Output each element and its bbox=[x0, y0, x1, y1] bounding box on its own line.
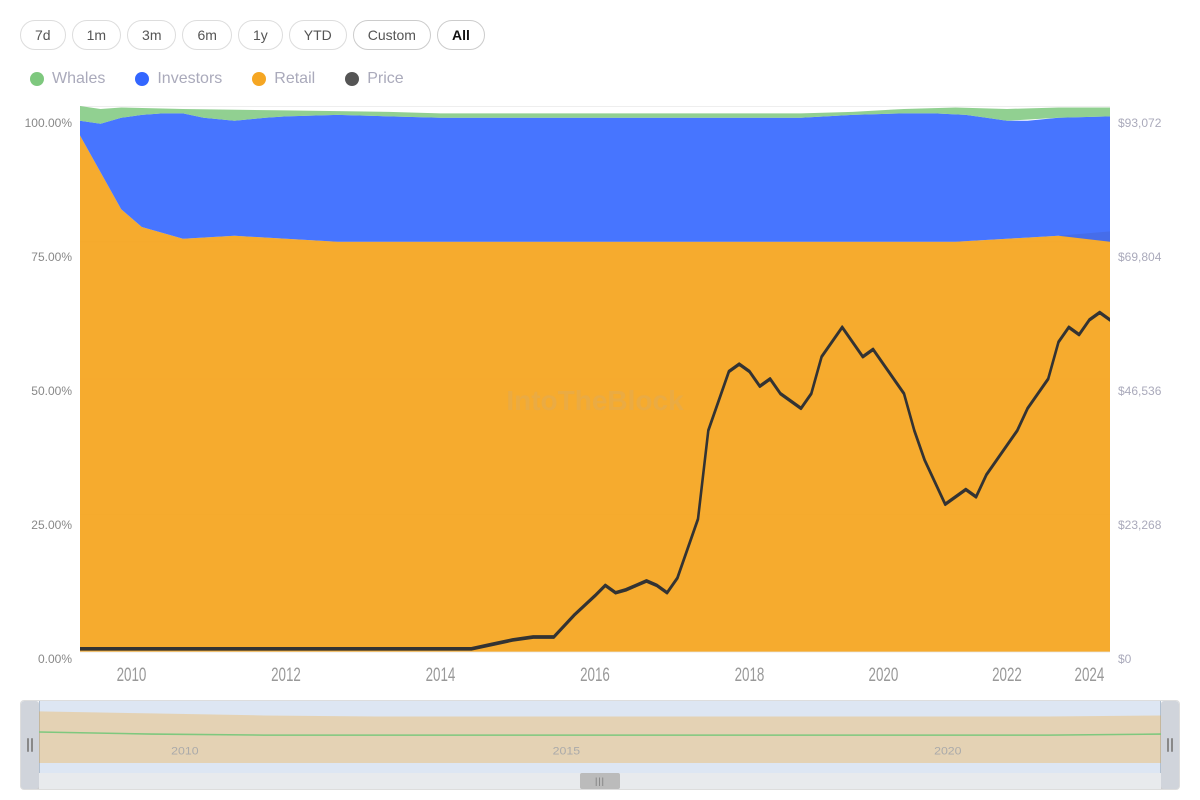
svg-text:2015: 2015 bbox=[553, 744, 581, 757]
svg-text:2010: 2010 bbox=[171, 744, 199, 757]
svg-text:2022: 2022 bbox=[992, 664, 1022, 686]
svg-text:2010: 2010 bbox=[117, 664, 147, 686]
y-left-0: 100.00% bbox=[20, 116, 72, 130]
whales-label: Whales bbox=[52, 70, 105, 88]
btn-all[interactable]: All bbox=[437, 20, 485, 50]
btn-1y[interactable]: 1y bbox=[238, 20, 283, 50]
y-left-3: 25.00% bbox=[20, 518, 72, 532]
btn-7d[interactable]: 7d bbox=[20, 20, 66, 50]
y-left-1: 75.00% bbox=[20, 250, 72, 264]
svg-text:2014: 2014 bbox=[426, 664, 456, 686]
scroll-track[interactable]: ||| bbox=[39, 773, 1161, 789]
main-chart[interactable]: IntoTheBlock bbox=[80, 106, 1110, 696]
y-right-0: $93,072 bbox=[1118, 116, 1180, 130]
svg-text:2016: 2016 bbox=[580, 664, 610, 686]
legend-retail[interactable]: Retail bbox=[252, 70, 315, 88]
y-right-2: $46,536 bbox=[1118, 384, 1180, 398]
btn-1m[interactable]: 1m bbox=[72, 20, 121, 50]
handle-line bbox=[1167, 738, 1169, 752]
scrollbar: ◄ ||| ► bbox=[21, 773, 1179, 789]
y-right-1: $69,804 bbox=[1118, 250, 1180, 264]
legend-whales[interactable]: Whales bbox=[30, 70, 105, 88]
y-left-2: 50.00% bbox=[20, 384, 72, 398]
btn-3m[interactable]: 3m bbox=[127, 20, 176, 50]
navigator-right-handle[interactable] bbox=[1161, 701, 1179, 789]
whales-dot bbox=[30, 72, 44, 86]
y-axis-left: 100.00% 75.00% 50.00% 25.00% 0.00% bbox=[20, 106, 80, 696]
y-left-4: 0.00% bbox=[20, 652, 72, 666]
investors-label: Investors bbox=[157, 70, 222, 88]
y-axis-right: $93,072 $69,804 $46,536 $23,268 $0 bbox=[1110, 106, 1180, 696]
time-range-selector: 7d 1m 3m 6m 1y YTD Custom All bbox=[20, 20, 1180, 50]
handle-lines-left bbox=[27, 738, 33, 752]
handle-lines-right bbox=[1167, 738, 1173, 752]
btn-ytd[interactable]: YTD bbox=[289, 20, 347, 50]
legend-price[interactable]: Price bbox=[345, 70, 403, 88]
svg-text:2020: 2020 bbox=[869, 664, 899, 686]
price-label: Price bbox=[367, 70, 403, 88]
btn-custom[interactable]: Custom bbox=[353, 20, 431, 50]
legend-investors[interactable]: Investors bbox=[135, 70, 222, 88]
price-dot bbox=[345, 72, 359, 86]
chart-legend: Whales Investors Retail Price bbox=[20, 70, 1180, 88]
scroll-thumb[interactable]: ||| bbox=[580, 773, 620, 789]
investors-dot bbox=[135, 72, 149, 86]
btn-6m[interactable]: 6m bbox=[182, 20, 231, 50]
y-right-3: $23,268 bbox=[1118, 518, 1180, 532]
handle-line bbox=[1171, 738, 1173, 752]
handle-line bbox=[31, 738, 33, 752]
chart-area: 100.00% 75.00% 50.00% 25.00% 0.00% IntoT… bbox=[20, 106, 1180, 696]
retail-label: Retail bbox=[274, 70, 315, 88]
svg-text:2018: 2018 bbox=[735, 664, 765, 686]
chart-navigator[interactable]: 2010 2015 2020 ◄ ||| ► bbox=[20, 700, 1180, 790]
retail-dot bbox=[252, 72, 266, 86]
svg-text:2012: 2012 bbox=[271, 664, 301, 686]
y-right-4: $0 bbox=[1118, 652, 1180, 666]
handle-line bbox=[27, 738, 29, 752]
navigator-left-handle[interactable] bbox=[21, 701, 39, 789]
svg-text:2024: 2024 bbox=[1075, 664, 1105, 686]
svg-text:2020: 2020 bbox=[934, 744, 962, 757]
